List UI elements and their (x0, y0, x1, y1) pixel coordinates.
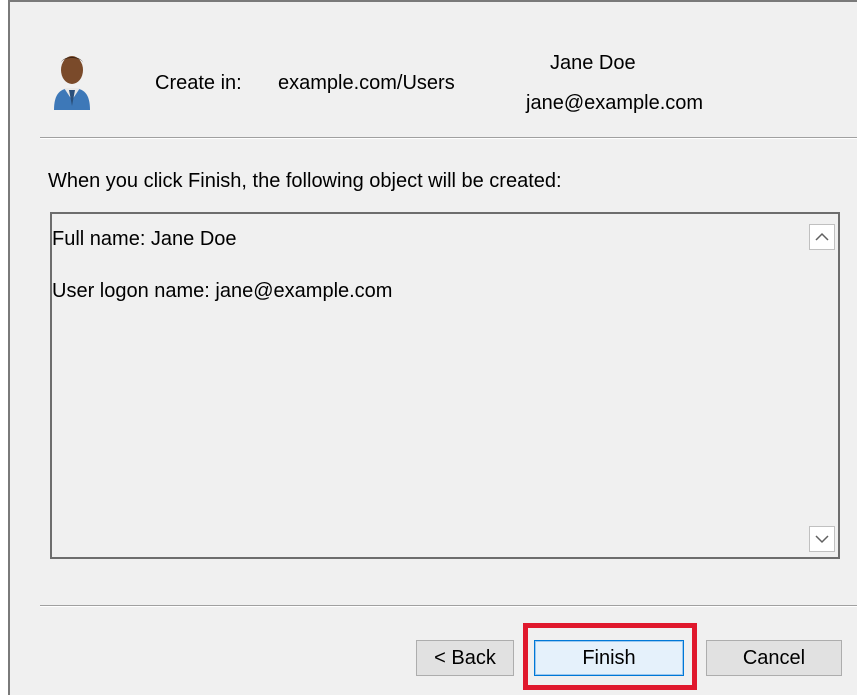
user-icon (54, 56, 90, 110)
finish-highlight-box (523, 623, 697, 690)
cancel-button[interactable]: Cancel (706, 640, 842, 676)
header-user-name: Jane Doe (550, 52, 636, 74)
header-user-email: jane@example.com (526, 92, 704, 114)
summary-textbox[interactable]: Full name: Jane Doe User logon name: jan… (50, 212, 840, 559)
chevron-up-icon (815, 232, 829, 241)
create-in-path: example.com/Users (278, 72, 455, 94)
scroll-up-button[interactable] (809, 224, 835, 250)
scroll-down-button[interactable] (809, 526, 835, 552)
chevron-down-icon (815, 535, 829, 544)
summary-full-name: Full name: Jane Doe (52, 228, 237, 250)
new-object-user-dialog: Create in: example.com/Users Jane Doe ja… (8, 0, 857, 695)
vertical-scrollbar[interactable] (808, 214, 838, 557)
create-in-label: Create in: (155, 72, 242, 94)
summary-logon-name: User logon name: jane@example.com (52, 280, 393, 302)
header-divider (40, 137, 857, 139)
back-button[interactable]: < Back (416, 640, 514, 676)
footer-divider (40, 605, 857, 607)
dialog-header: Create in: example.com/Users Jane Doe ja… (10, 2, 857, 137)
instruction-text: When you click Finish, the following obj… (48, 170, 562, 192)
